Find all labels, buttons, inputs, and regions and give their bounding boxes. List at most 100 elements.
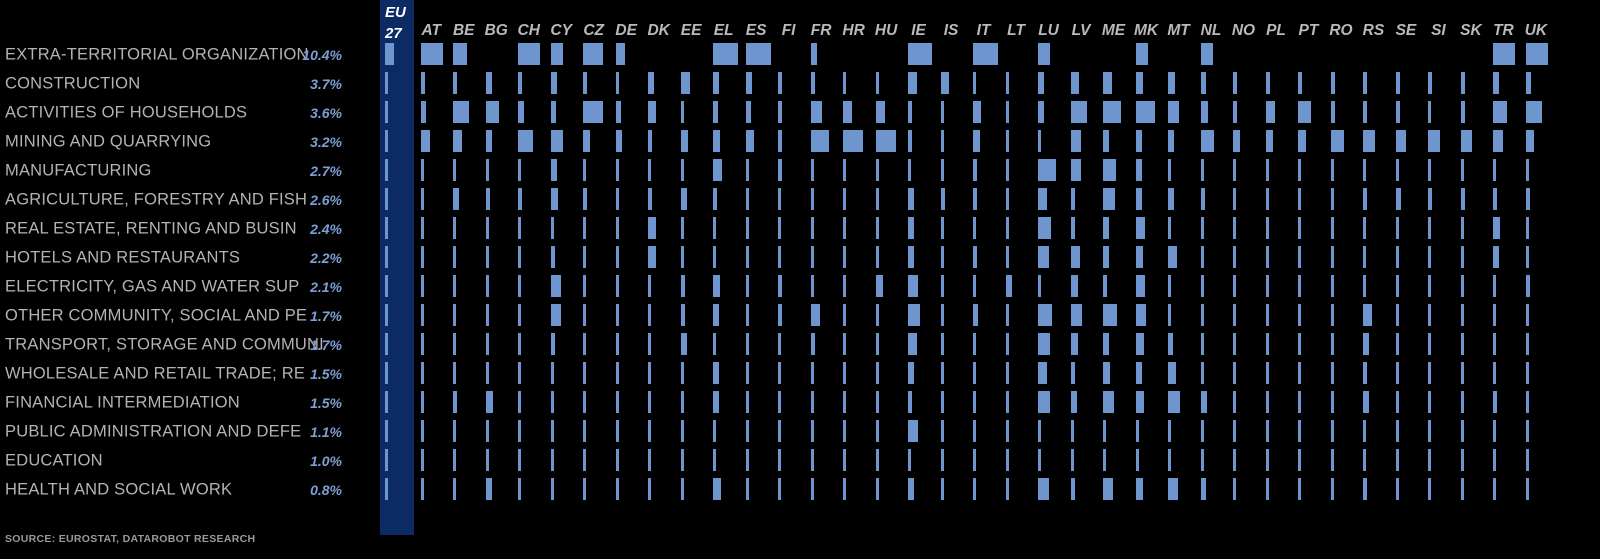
matrix-bar: [583, 43, 604, 65]
matrix-bar: [1233, 391, 1237, 413]
matrix-bar: [1460, 217, 1464, 239]
matrix-bar: [1363, 391, 1370, 413]
country-header-lv: LV: [1071, 22, 1091, 39]
eu27-bar: [385, 333, 388, 355]
matrix-bar: [1200, 101, 1208, 123]
matrix-bar: [940, 217, 944, 239]
matrix-bar: [1005, 101, 1009, 123]
eu27-bar: [385, 43, 394, 65]
matrix-bar: [1525, 478, 1529, 500]
matrix-bar: [908, 420, 919, 442]
matrix-bar: [1525, 43, 1548, 65]
eu27-bar: [385, 217, 388, 239]
matrix-bar: [485, 188, 490, 210]
matrix-bar: [518, 304, 522, 326]
matrix-bar: [421, 188, 424, 210]
matrix-bar: [1135, 188, 1142, 210]
sector-row: EXTRA-TERRITORIAL ORGANIZATION 10.4%: [0, 40, 380, 69]
matrix-bar: [1363, 275, 1367, 297]
matrix-bar: [1363, 72, 1368, 94]
matrix-bar: [1265, 333, 1269, 355]
matrix-bar: [810, 478, 814, 500]
matrix-bar: [485, 275, 489, 297]
matrix-bar: [713, 130, 721, 152]
matrix-bar: [908, 333, 918, 355]
matrix-bar: [745, 43, 771, 65]
matrix-bar: [1298, 246, 1302, 268]
matrix-bar: [778, 130, 783, 152]
matrix-bar: [1103, 391, 1115, 413]
matrix-bar: [973, 420, 977, 442]
matrix-bar: [1525, 420, 1529, 442]
matrix-bar: [1038, 43, 1051, 65]
matrix-bar: [1525, 275, 1530, 297]
matrix-bar: [778, 275, 783, 297]
matrix-bar: [453, 188, 460, 210]
matrix-bar: [908, 159, 912, 181]
matrix-bar: [908, 72, 918, 94]
matrix-bar: [875, 304, 879, 326]
matrix-bar: [421, 333, 424, 355]
matrix-bar: [615, 333, 619, 355]
matrix-bar: [843, 391, 847, 413]
matrix-bar: [940, 391, 944, 413]
matrix-bar: [973, 188, 978, 210]
matrix-bar: [1005, 159, 1009, 181]
matrix-bar: [648, 391, 652, 413]
sector-row: CONSTRUCTION 3.7%: [0, 69, 380, 98]
eu27-value-label: 0.8%: [310, 481, 342, 498]
matrix-bar: [1428, 449, 1432, 471]
matrix-bar: [680, 188, 687, 210]
matrix-bar: [1005, 333, 1009, 355]
matrix-bar: [1135, 391, 1144, 413]
matrix-bar: [908, 391, 913, 413]
matrix-bar: [1233, 130, 1241, 152]
matrix-bar: [1103, 130, 1110, 152]
matrix-bar: [1428, 275, 1432, 297]
matrix-bar: [1298, 188, 1302, 210]
matrix-bar: [973, 391, 977, 413]
matrix-bar: [1298, 275, 1302, 297]
matrix-bar: [550, 362, 554, 384]
country-header-es: ES: [745, 22, 767, 39]
matrix-bar: [778, 188, 782, 210]
matrix-bar: [940, 420, 944, 442]
matrix-bar: [1395, 333, 1399, 355]
matrix-bar: [615, 246, 619, 268]
matrix-bar: [810, 101, 822, 123]
eu27-value-label: 2.1%: [310, 278, 342, 295]
matrix-bar: [453, 43, 468, 65]
matrix-bar: [1233, 188, 1237, 210]
matrix-bar: [1265, 449, 1269, 471]
sector-label: ELECTRICITY, GAS AND WATER SUP: [5, 277, 300, 295]
matrix-bar: [1363, 159, 1367, 181]
matrix-bar: [615, 101, 621, 123]
matrix-bar: [1428, 333, 1432, 355]
sector-row: HEALTH AND SOCIAL WORK 0.8%: [0, 475, 380, 504]
matrix-bar: [1038, 101, 1045, 123]
matrix-bar: [778, 478, 782, 500]
matrix-bar: [778, 391, 782, 413]
matrix-bar: [713, 159, 723, 181]
sector-label: REAL ESTATE, RENTING AND BUSIN: [5, 219, 297, 237]
matrix-bar: [1330, 159, 1334, 181]
matrix-bar: [583, 304, 587, 326]
matrix-bar: [778, 159, 783, 181]
matrix-bar: [1103, 188, 1116, 210]
matrix-bar: [1103, 101, 1122, 123]
matrix-bar: [875, 449, 879, 471]
matrix-bar: [1363, 246, 1367, 268]
sector-row: PUBLIC ADMINISTRATION AND DEFE 1.1%: [0, 417, 380, 446]
country-header-lu: LU: [1038, 22, 1059, 39]
matrix-bar: [485, 72, 492, 94]
matrix-bar: [843, 275, 847, 297]
matrix-bar: [583, 362, 587, 384]
matrix-bar: [583, 159, 587, 181]
matrix-bar: [973, 333, 977, 355]
country-header-is: IS: [943, 22, 959, 39]
matrix-bar: [485, 159, 489, 181]
matrix-bar: [1070, 72, 1079, 94]
matrix-bar: [1005, 478, 1009, 500]
matrix-bar: [1493, 72, 1500, 94]
matrix-bar: [1428, 478, 1432, 500]
